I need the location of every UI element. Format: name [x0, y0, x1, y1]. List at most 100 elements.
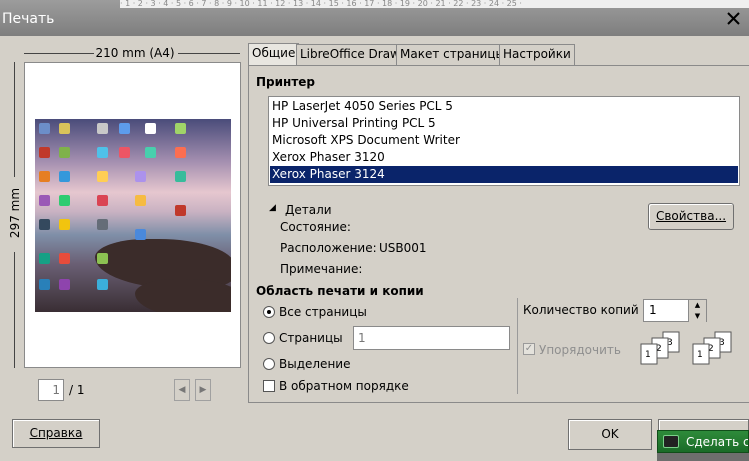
- desktop-icon: [97, 123, 108, 134]
- desktop-icon: [59, 219, 70, 230]
- background-ruler: · 1 · 2 · 3 · 4 · 5 · 6 · 7 · 8 · 9 · 10…: [120, 0, 749, 8]
- section-divider: [517, 298, 518, 394]
- tab-libreoffice-draw[interactable]: LibreOffice Draw: [296, 44, 404, 65]
- camera-icon: [663, 435, 679, 448]
- tab-general[interactable]: Общие: [248, 43, 300, 66]
- collate-checkbox[interactable]: ✓: [523, 343, 535, 355]
- take-screenshot-label: Сделать снимок: [686, 435, 749, 449]
- spin-up-button[interactable]: ▲: [688, 300, 706, 311]
- desktop-icon: [119, 123, 130, 134]
- range-section-title: Область печати и копии: [256, 284, 424, 298]
- desktop-icon: [145, 147, 156, 158]
- desktop-icon: [145, 123, 156, 134]
- rock-shape: [135, 279, 231, 312]
- pages-radio[interactable]: [263, 332, 275, 344]
- desktop-icon: [59, 123, 70, 134]
- take-screenshot-button[interactable]: Сделать снимок: [657, 430, 749, 453]
- desktop-icon: [119, 147, 130, 158]
- desktop-icon: [39, 147, 50, 158]
- desktop-icon: [39, 219, 50, 230]
- spin-down-button[interactable]: ▼: [688, 311, 706, 322]
- tab-settings[interactable]: Настройки: [499, 44, 575, 65]
- properties-button-label: Свойства...: [655, 209, 727, 223]
- desktop-icon: [39, 253, 50, 264]
- reverse-order-label[interactable]: В обратном порядке: [279, 379, 409, 393]
- desktop-icon: [175, 205, 186, 216]
- desktop-icon: [97, 195, 108, 206]
- close-icon: [727, 12, 740, 25]
- desktop-icon: [59, 147, 70, 158]
- desktop-icon: [97, 219, 108, 230]
- desktop-icon: [175, 147, 186, 158]
- page-height-label: 297 mm: [8, 187, 22, 239]
- desktop-icon: [175, 123, 186, 134]
- chevron-up-icon: ▲: [694, 301, 701, 309]
- tab-page-layout[interactable]: Макет страницы: [396, 44, 509, 65]
- ruler-line-bottom: [14, 252, 15, 368]
- properties-button[interactable]: Свойства...: [648, 203, 734, 230]
- printer-section-title: Принтер: [256, 75, 316, 89]
- details-label[interactable]: Детали: [285, 203, 332, 217]
- desktop-icon: [97, 253, 108, 264]
- chevron-left-icon: ◀: [178, 385, 186, 395]
- desktop-icon: [175, 171, 186, 182]
- location-label: Расположение:: [280, 241, 377, 255]
- copies-value: 1: [649, 303, 657, 317]
- collate-pages-icon: 3 2 1: [692, 331, 732, 365]
- desktop-icon: [135, 195, 146, 206]
- status-label: Состояние:: [280, 220, 351, 234]
- help-button-label: Справка: [29, 426, 83, 440]
- all-pages-radio[interactable]: [263, 306, 275, 318]
- printer-item[interactable]: Microsoft XPS Document Writer: [270, 132, 738, 149]
- desktop-icon: [39, 171, 50, 182]
- details-expander-icon[interactable]: ◢: [269, 203, 276, 213]
- ok-button[interactable]: OK: [568, 419, 652, 450]
- desktop-icon: [39, 279, 50, 290]
- selection-label[interactable]: Выделение: [279, 357, 350, 371]
- desktop-icon: [135, 229, 146, 240]
- comment-label: Примечание:: [280, 262, 363, 276]
- page-number-input[interactable]: 1: [38, 379, 64, 401]
- ruler-line-top: [14, 62, 15, 177]
- printer-item[interactable]: HP Universal Printing PCL 5: [270, 115, 738, 132]
- desktop-icon: [59, 171, 70, 182]
- window-title: Печать: [2, 11, 55, 27]
- page-total: / 1: [69, 383, 85, 397]
- printer-list[interactable]: HP LaserJet 4050 Series PCL 5 HP Univers…: [268, 96, 740, 186]
- desktop-icon: [97, 279, 108, 290]
- copies-input[interactable]: 1 ▲ ▼: [643, 299, 707, 322]
- printer-item[interactable]: HP LaserJet 4050 Series PCL 5: [270, 98, 738, 115]
- ruler-line-left: [24, 53, 94, 54]
- pages-label[interactable]: Страницы: [279, 331, 343, 345]
- location-value: USB001: [379, 241, 427, 255]
- desktop-icon: [97, 171, 108, 182]
- pages-input[interactable]: 1: [353, 326, 510, 350]
- ruler-line-right: [178, 53, 240, 54]
- desktop-icon: [59, 253, 70, 264]
- desktop-icon: [39, 123, 50, 134]
- desktop-icon: [97, 147, 108, 158]
- help-button[interactable]: Справка: [12, 419, 100, 448]
- all-pages-label[interactable]: Все страницы: [279, 305, 367, 319]
- chevron-down-icon: ▼: [694, 312, 701, 320]
- chevron-right-icon: ▶: [199, 385, 207, 395]
- desktop-icon: [135, 171, 146, 182]
- taskbar-strip: [657, 453, 749, 461]
- desktop-icon: [59, 279, 70, 290]
- page-width-label: 210 mm (A4): [95, 46, 175, 60]
- desktop-icon: [39, 195, 50, 206]
- next-page-button[interactable]: ▶: [195, 379, 211, 401]
- collate-icon-number: 1: [645, 350, 651, 360]
- printer-item[interactable]: Xerox Phaser 3120: [270, 149, 738, 166]
- close-button[interactable]: [722, 9, 746, 29]
- collate-label[interactable]: Упорядочить: [539, 343, 621, 357]
- collate-icon-number: 1: [697, 350, 703, 360]
- selection-radio[interactable]: [263, 358, 275, 370]
- printer-item-selected[interactable]: Xerox Phaser 3124: [270, 166, 738, 183]
- copies-label: Количество копий: [523, 303, 639, 317]
- desktop-icon: [59, 195, 70, 206]
- preview-image: [35, 119, 231, 312]
- prev-page-button[interactable]: ◀: [174, 379, 190, 401]
- collate-pages-icon: 3 2 1: [640, 331, 680, 365]
- reverse-order-checkbox[interactable]: [263, 380, 275, 392]
